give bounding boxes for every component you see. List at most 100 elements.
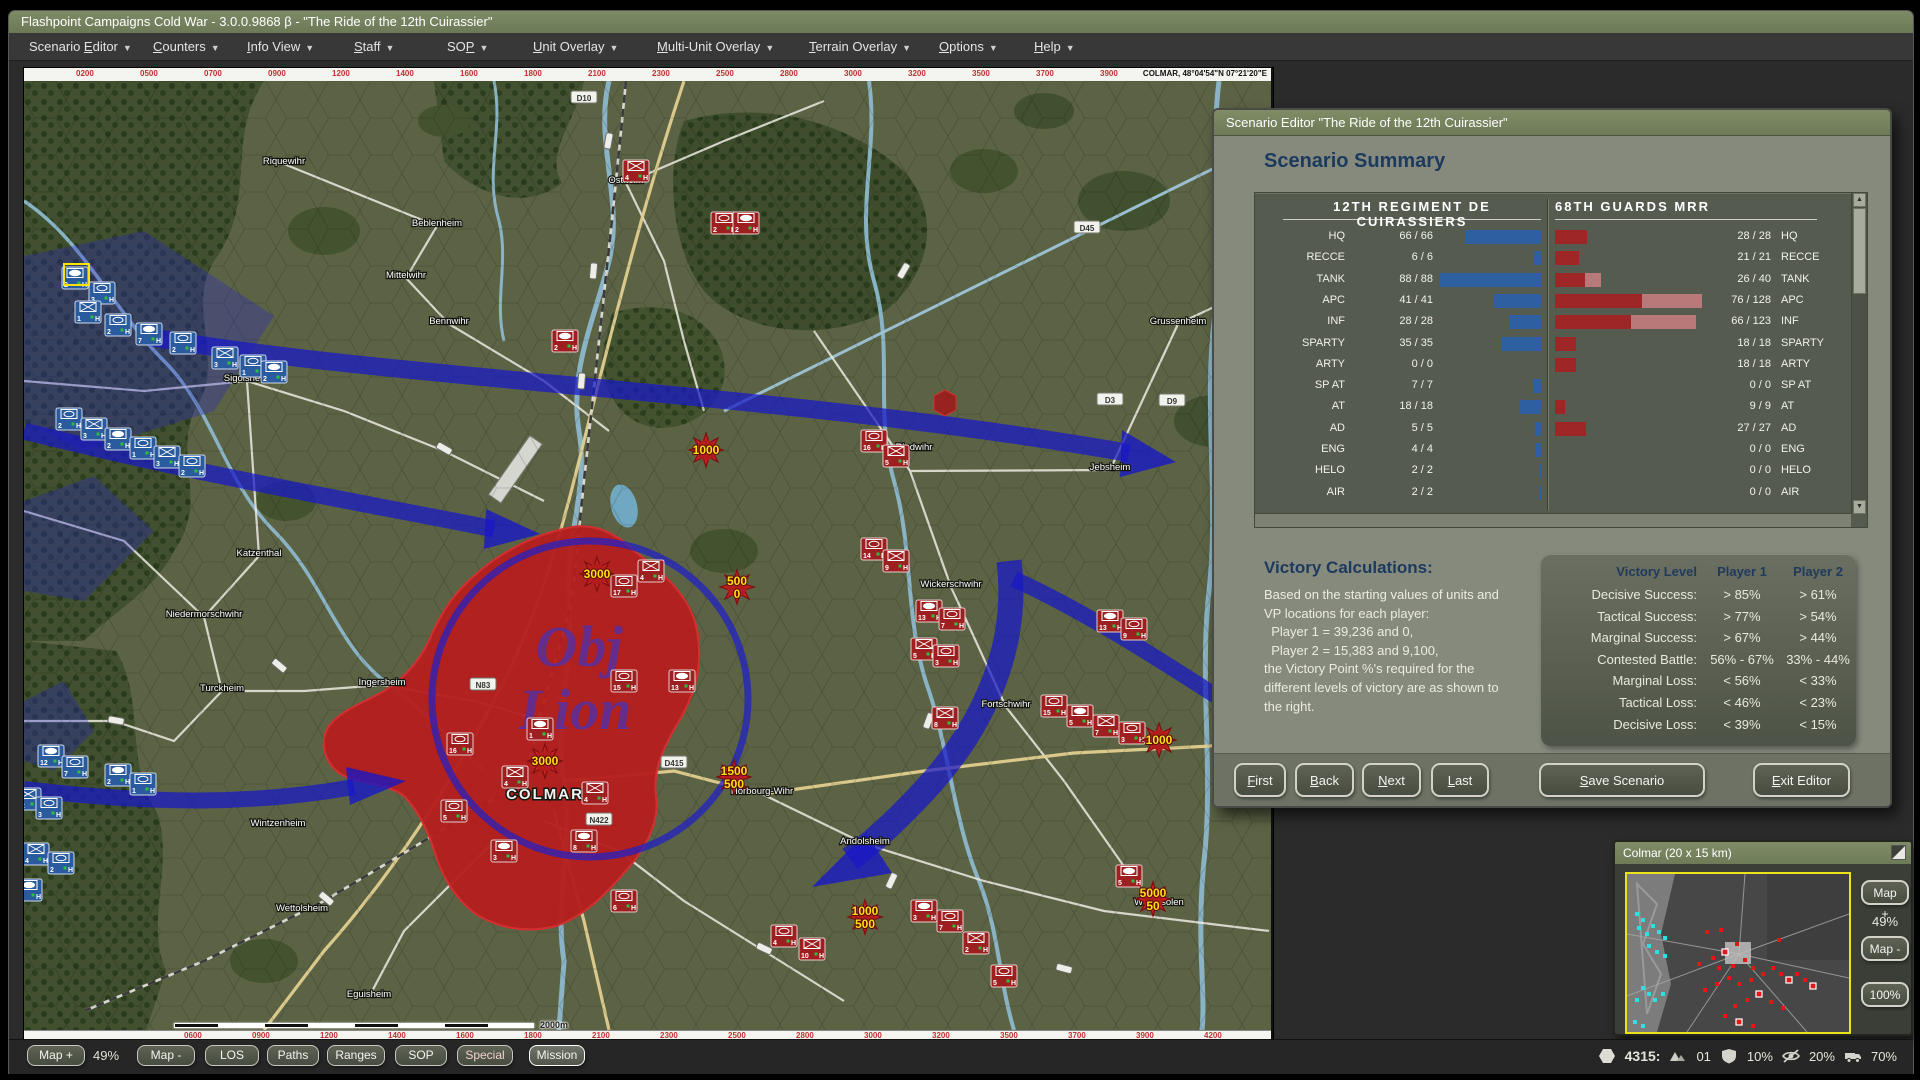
unit-counter[interactable]: 4H xyxy=(502,766,528,788)
unit-counter[interactable]: 13H xyxy=(1097,610,1123,632)
menu-item-info-view[interactable]: Info View▼ xyxy=(247,33,314,60)
menu-item-help[interactable]: Help▼ xyxy=(1034,33,1075,60)
unit-counter[interactable]: 5H xyxy=(441,800,467,822)
unit-counter[interactable]: 3H xyxy=(491,840,517,862)
unit-counter[interactable]: 5H xyxy=(991,965,1017,987)
map[interactable]: ObjLion RiquewihrOstheimBeblenheimMittel… xyxy=(24,81,1271,1030)
unit-counter[interactable]: 17H xyxy=(611,575,637,597)
unit-counter[interactable]: 2H xyxy=(170,332,196,354)
unit-counter[interactable]: 3H xyxy=(933,645,959,667)
unit-counter[interactable]: 3H xyxy=(911,900,937,922)
unit-counter[interactable]: 8H xyxy=(932,707,958,729)
vp-marker[interactable]: 1500500 xyxy=(717,760,751,794)
unit-counter[interactable]: 2H xyxy=(733,212,759,234)
menu-item-counters[interactable]: Counters▼ xyxy=(153,33,220,60)
toolbar-sop-button[interactable]: SOP xyxy=(395,1045,447,1066)
unit-counter[interactable]: 7H xyxy=(939,608,965,630)
exit-editor-button[interactable]: Exit Editor xyxy=(1753,763,1850,797)
menu-item-terrain-overlay[interactable]: Terrain Overlay▼ xyxy=(809,33,911,60)
toolbar-map--button[interactable]: Map + xyxy=(27,1045,85,1066)
unit-counter[interactable]: 13H xyxy=(669,670,695,692)
menu-item-multi-unit-overlay[interactable]: Multi-Unit Overlay▼ xyxy=(657,33,774,60)
unit-counter[interactable]: 16H xyxy=(447,733,473,755)
vp-marker[interactable]: 500050 xyxy=(1136,882,1170,916)
unit-counter[interactable]: 7H xyxy=(1093,715,1119,737)
unit-counter[interactable]: 2H xyxy=(105,314,131,336)
unit-counter[interactable]: 6H xyxy=(611,890,637,912)
dialog-titlebar[interactable]: Scenario Editor "The Ride of the 12th Cu… xyxy=(1214,110,1890,136)
unit-counter[interactable]: 13H xyxy=(916,600,942,622)
unit-counter[interactable]: 2H xyxy=(48,852,74,874)
scroll-thumb[interactable] xyxy=(1853,208,1866,294)
unit-counter[interactable]: 12H xyxy=(38,745,64,767)
unit-counter[interactable]: 1H xyxy=(130,773,156,795)
save-scenario-button[interactable]: Save Scenario xyxy=(1539,763,1705,797)
minimap-map--button[interactable]: Map + xyxy=(1861,880,1909,905)
unit-counter[interactable]: 9H xyxy=(1121,618,1147,640)
toolbar-paths-button[interactable]: Paths xyxy=(267,1045,319,1066)
unit-counter[interactable]: 1H xyxy=(130,437,156,459)
unit-counter[interactable]: 3H xyxy=(154,446,180,468)
vp-marker[interactable]: 3000 xyxy=(528,744,562,778)
minimap-view[interactable] xyxy=(1625,872,1851,1034)
unit-counter[interactable]: 4H xyxy=(582,782,608,804)
vp-marker[interactable]: 1000 xyxy=(689,433,723,467)
menu-item-options[interactable]: Options▼ xyxy=(939,33,998,60)
unit-counter[interactable]: 3H xyxy=(24,879,42,901)
toolbar-mission-button[interactable]: Mission xyxy=(529,1045,585,1066)
toolbar-special-button[interactable]: Special xyxy=(457,1045,513,1066)
unit-counter[interactable]: 5H xyxy=(1067,705,1093,727)
back-button[interactable]: Back xyxy=(1295,763,1354,797)
map-area[interactable]: COLMAR, 48°04'54"N 07°21'20"E 0200050007… xyxy=(23,67,1274,1044)
minimap-map--button[interactable]: Map - xyxy=(1861,936,1909,961)
unit-counter[interactable]: 1H xyxy=(527,718,553,740)
unit-counter[interactable]: 2H xyxy=(552,330,578,352)
unit-counter[interactable]: 5H xyxy=(883,445,909,467)
vp-marker[interactable]: 5000 xyxy=(720,570,754,604)
unit-counter[interactable]: 7H xyxy=(62,756,88,778)
unit-counter[interactable]: 3H xyxy=(1119,722,1145,744)
menu-item-unit-overlay[interactable]: Unit Overlay▼ xyxy=(533,33,618,60)
vp-marker[interactable]: 1000 xyxy=(1142,723,1176,757)
unit-counter[interactable]: 2H xyxy=(963,932,989,954)
menu-item-scenario-editor[interactable]: Scenario Editor▼ xyxy=(29,33,132,60)
scroll-up-button[interactable]: ▲ xyxy=(1853,193,1866,207)
unit-counter[interactable]: 4H xyxy=(771,925,797,947)
unit-counter[interactable]: 2H xyxy=(179,455,205,477)
horizontal-scrollbar[interactable] xyxy=(1255,513,1851,527)
unit-counter[interactable]: 8H xyxy=(571,830,597,852)
unit-counter[interactable]: 3H xyxy=(212,347,238,369)
toolbar-los-button[interactable]: LOS xyxy=(205,1045,259,1066)
unit-counter[interactable]: 1H xyxy=(75,301,101,323)
unit-counter[interactable]: 4H xyxy=(638,560,664,582)
menu-item-sop[interactable]: SOP▼ xyxy=(447,33,488,60)
unit-counter[interactable]: 3H xyxy=(36,797,62,819)
minimap-100--button[interactable]: 100% xyxy=(1861,982,1909,1007)
next-button[interactable]: Next xyxy=(1362,763,1421,797)
unit-counter[interactable]: 9H xyxy=(883,550,909,572)
unit-counter[interactable]: 2H xyxy=(105,764,131,786)
unit-counter[interactable]: 4H xyxy=(623,160,649,182)
toolbar-map--button[interactable]: Map - xyxy=(137,1045,195,1066)
unit-counter[interactable]: 15H xyxy=(1041,695,1067,717)
toolbar-ranges-button[interactable]: Ranges xyxy=(327,1045,385,1066)
unit-counter[interactable]: 7H xyxy=(136,323,162,345)
scroll-down-button[interactable]: ▼ xyxy=(1853,500,1866,514)
unit-counter[interactable]: 4H xyxy=(24,843,49,865)
minimap-titlebar[interactable]: Colmar (20 x 15 km) xyxy=(1615,842,1911,864)
unit-counter[interactable]: 3H xyxy=(81,418,107,440)
unit-counter[interactable]: 2H xyxy=(261,361,287,383)
unit-counter[interactable]: 2H xyxy=(56,408,82,430)
unit-counter[interactable]: 7H xyxy=(937,910,963,932)
unit-counter[interactable]: 5H xyxy=(1116,865,1142,887)
first-button[interactable]: First xyxy=(1234,763,1286,797)
vp-marker[interactable]: 3000 xyxy=(580,557,614,591)
unit-counter[interactable]: 2H xyxy=(105,428,131,450)
last-button[interactable]: Last xyxy=(1431,763,1489,797)
resize-icon[interactable] xyxy=(1891,845,1906,860)
menu-item-staff[interactable]: Staff▼ xyxy=(354,33,394,60)
vp-marker[interactable]: 1000500 xyxy=(848,900,882,934)
vertical-scrollbar[interactable]: ▲ ▼ xyxy=(1851,193,1867,514)
unit-counter[interactable]: 15H xyxy=(611,670,637,692)
unit-counter[interactable]: 10H xyxy=(799,938,825,960)
